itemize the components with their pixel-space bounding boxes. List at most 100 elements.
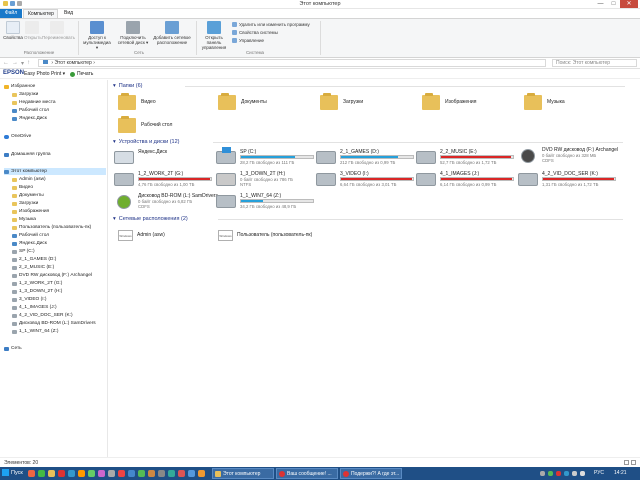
app-icon[interactable] bbox=[128, 470, 135, 477]
system-properties-button[interactable]: Свойства системы bbox=[232, 30, 278, 35]
nav-desktop-2[interactable]: Рабочий стол bbox=[12, 232, 49, 239]
drive-item[interactable]: 4_1_IMAGES (J:) 6,14 ГБ свободно из 0,99… bbox=[416, 170, 514, 190]
maximize-button[interactable]: □ bbox=[607, 0, 620, 8]
back-icon[interactable]: ← bbox=[3, 60, 9, 67]
nav-desktop[interactable]: Рабочий стол bbox=[12, 107, 49, 114]
drive-item[interactable]: 3_VIDEO (I:) 6,64 ГБ свободно из 3,01 ТБ bbox=[316, 170, 414, 190]
tray-icon[interactable] bbox=[540, 471, 545, 476]
easy-photo-print-button[interactable]: Easy Photo Print ▾ bbox=[24, 71, 65, 77]
up-icon[interactable]: ↑ bbox=[27, 60, 30, 67]
map-drive-button[interactable]: Подключить сетевой диск ▾ bbox=[116, 21, 150, 45]
nav-user[interactable]: Пользователь (пользователь-пк) bbox=[12, 224, 91, 231]
tray-icon[interactable] bbox=[564, 471, 569, 476]
network-location-item[interactable]: Windows Пользователь (пользователь-пк) bbox=[218, 228, 312, 242]
clock[interactable]: 14:21 bbox=[614, 470, 627, 476]
nav-downloads-2[interactable]: Загрузки bbox=[12, 200, 38, 207]
folder-item[interactable]: Изображения bbox=[422, 92, 476, 112]
nav-images[interactable]: Изображения bbox=[12, 208, 49, 215]
start-button[interactable]: Пуск bbox=[2, 469, 23, 476]
taskbar-item-opera-1[interactable]: Ваш сообщение! ... bbox=[276, 468, 338, 479]
section-header-folders[interactable]: ▾ Папки (6) bbox=[113, 83, 633, 89]
close-button[interactable]: ✕ bbox=[620, 0, 638, 8]
tray-icon[interactable] bbox=[556, 471, 561, 476]
app-icon[interactable] bbox=[188, 470, 195, 477]
folder-item[interactable]: Рабочий стол bbox=[118, 115, 172, 135]
drive-item[interactable]: 1_1_WIN7_64 (Z:) 34,2 ГБ свободно из 48,… bbox=[216, 192, 314, 212]
opera-icon[interactable] bbox=[58, 470, 65, 477]
nav-drive-g[interactable]: 1_2_WORK_2T (G:) bbox=[12, 280, 62, 287]
nav-video[interactable]: Видео bbox=[12, 184, 33, 191]
nav-drive-d[interactable]: 2_1_GAMES (D:) bbox=[12, 256, 56, 263]
chevron-right-icon[interactable]: › bbox=[93, 60, 95, 66]
open-button[interactable]: Открыть bbox=[24, 21, 42, 40]
network-location-item[interactable]: Windows Admin (asw) bbox=[118, 228, 165, 242]
nav-drive-h[interactable]: 1_3_DOWN_2T (H:) bbox=[12, 288, 62, 295]
drive-item[interactable]: 2_2_MUSIC (E:) 52,7 ГБ свободно из 1,72 … bbox=[416, 148, 514, 168]
details-view-icon[interactable] bbox=[624, 460, 629, 465]
volume-icon[interactable] bbox=[580, 471, 585, 476]
nav-drive-k[interactable]: 4_2_VID_DOC_SER (K:) bbox=[12, 312, 73, 319]
drive-item[interactable]: 1_2_WORK_2T (G:) 4,76 ГБ свободно из 1,0… bbox=[114, 170, 212, 190]
drive-item[interactable]: DVD RW дисковод (F:) Archangel 0 байт св… bbox=[518, 146, 638, 166]
drive-item[interactable]: 1_3_DOWN_2T (H:) 0 байт свободно из 786 … bbox=[216, 170, 314, 190]
language-indicator[interactable]: РУС bbox=[594, 470, 604, 476]
explorer-icon[interactable] bbox=[48, 470, 55, 477]
drive-item[interactable]: Яндекс.Диск bbox=[114, 148, 212, 168]
nav-drive-f[interactable]: DVD RW дисковод (F:) Archangel bbox=[12, 272, 92, 279]
app-icon[interactable] bbox=[118, 470, 125, 477]
search-input[interactable]: Поиск: Этот компьютер bbox=[552, 59, 637, 67]
nav-homegroup[interactable]: Домашняя группа bbox=[4, 151, 51, 158]
tiles-view-icon[interactable] bbox=[631, 460, 636, 465]
browser-icon[interactable] bbox=[28, 470, 35, 477]
nav-yandex-disk[interactable]: Яндекс.Диск bbox=[12, 115, 47, 122]
nav-music[interactable]: Музыка bbox=[12, 216, 36, 223]
rename-button[interactable]: Переименовать bbox=[42, 21, 75, 40]
folder-item[interactable]: Музыка bbox=[524, 92, 565, 112]
tray-icon[interactable] bbox=[548, 471, 553, 476]
app-icon[interactable] bbox=[98, 470, 105, 477]
manage-button[interactable]: Управление bbox=[232, 38, 264, 43]
drive-item[interactable]: SP (C:) 28,2 ГБ свободно из 111 ГБ bbox=[216, 147, 314, 168]
nav-drive-i[interactable]: 3_VIDEO (I:) bbox=[12, 296, 46, 303]
nav-drive-l[interactable]: Дисковод BD-ROM (L:) SamDrivers bbox=[12, 320, 96, 327]
ie-icon[interactable] bbox=[68, 470, 75, 477]
media-access-button[interactable]: Доступ к мультимедиа ▾ bbox=[82, 21, 112, 50]
nav-downloads[interactable]: Загрузки bbox=[12, 91, 38, 98]
nav-yandex-disk-2[interactable]: Яндекс.Диск bbox=[12, 240, 47, 247]
nav-this-pc[interactable]: Этот компьютер bbox=[4, 168, 106, 175]
tab-file[interactable]: Файл bbox=[0, 9, 22, 18]
forward-icon[interactable]: → bbox=[12, 60, 18, 67]
nav-admin[interactable]: Admin (asw) bbox=[12, 176, 46, 183]
nav-onedrive[interactable]: OneDrive bbox=[4, 133, 31, 140]
tab-computer[interactable]: Компьютер bbox=[23, 9, 58, 18]
drive-item[interactable]: 4_2_VID_DOC_SER (K:) 1,31 ГБ свободно из… bbox=[518, 170, 616, 190]
network-icon[interactable] bbox=[572, 471, 577, 476]
folder-item[interactable]: Видео bbox=[118, 92, 156, 112]
nav-favorites[interactable]: Избранное bbox=[4, 83, 35, 90]
add-network-location-button[interactable]: Добавить сетевое расположение bbox=[152, 21, 192, 45]
firefox-icon[interactable] bbox=[78, 470, 85, 477]
nav-drive-z[interactable]: 1_1_WIN7_64 (Z:) bbox=[12, 328, 58, 335]
app-icon[interactable] bbox=[148, 470, 155, 477]
nav-drive-e[interactable]: 2_2_MUSIC (E:) bbox=[12, 264, 54, 271]
address-input[interactable]: › Этот компьютер › bbox=[38, 59, 546, 67]
print-button[interactable]: Печать bbox=[70, 71, 93, 77]
app-icon[interactable] bbox=[198, 470, 205, 477]
chevron-down-icon[interactable]: ▾ bbox=[21, 60, 24, 67]
app-icon[interactable] bbox=[158, 470, 165, 477]
app-icon[interactable] bbox=[178, 470, 185, 477]
minimize-button[interactable]: — bbox=[594, 0, 607, 8]
control-panel-button[interactable]: Открыть панель управления bbox=[198, 21, 230, 50]
section-header-devices[interactable]: ▾ Устройства и диски (12) bbox=[113, 139, 633, 145]
folder-item[interactable]: Загрузки bbox=[320, 92, 363, 112]
section-header-network[interactable]: ▾ Сетевые расположения (2) bbox=[113, 216, 633, 222]
drive-item[interactable]: Дисковод BD-ROM (L:) SamDrivers 0 байт с… bbox=[114, 192, 224, 212]
taskbar-item-opera-2[interactable]: Подержи?! А где эт... bbox=[340, 468, 402, 479]
nav-network[interactable]: Сеть bbox=[4, 345, 22, 352]
taskbar-item-explorer[interactable]: Этот компьютер bbox=[212, 468, 274, 479]
chevron-right-icon[interactable]: › bbox=[51, 60, 53, 66]
nav-documents[interactable]: Документы bbox=[12, 192, 44, 199]
breadcrumb-item[interactable]: Этот компьютер bbox=[54, 60, 91, 66]
uninstall-program-button[interactable]: Удалить или изменить программу bbox=[232, 22, 310, 27]
properties-button[interactable]: Свойства bbox=[2, 21, 24, 40]
